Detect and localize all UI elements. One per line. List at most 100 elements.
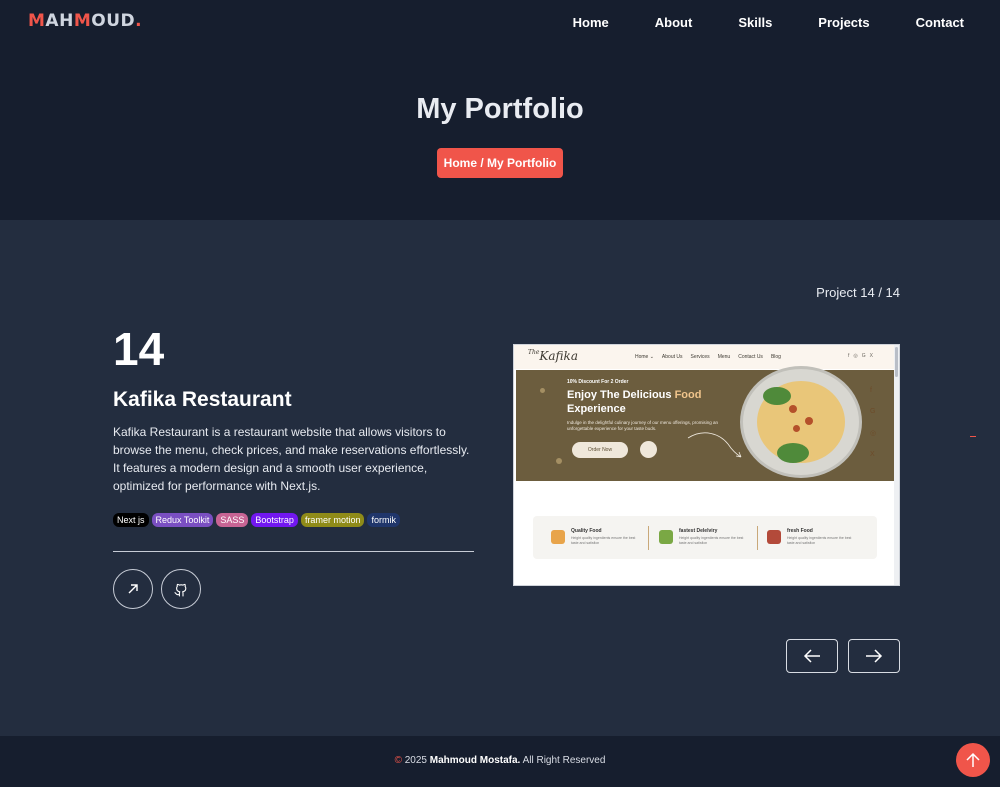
preview-headline-2: Experience	[567, 403, 626, 415]
preview-social-icon: f	[848, 353, 850, 359]
nav-contact[interactable]: Contact	[916, 15, 964, 30]
project-description: Kafika Restaurant is a restaurant websit…	[113, 425, 470, 493]
preview-scrollbar	[894, 345, 899, 585]
preview-tomato	[793, 425, 800, 432]
preview-feature-desc: Height quality ingerdients ensure the be…	[679, 536, 744, 545]
preview-logo-text: Kafika	[539, 349, 578, 363]
preview-side-icon: G	[870, 408, 876, 415]
nav-home[interactable]: Home	[573, 15, 609, 30]
footer-rights: All Right Reserved	[522, 755, 606, 766]
preview-social-icon: ◎	[853, 353, 858, 359]
preview-social-icon: X	[869, 353, 873, 359]
nav-about[interactable]: About	[655, 15, 693, 30]
preview-feature-icon	[659, 530, 673, 544]
project-counter: Project 14 / 14	[816, 285, 900, 300]
decorative-tick	[970, 436, 976, 437]
preview-nav-item: Menu	[717, 354, 731, 360]
preview-feature-icon	[767, 530, 781, 544]
site-logo[interactable]: MAHMOUD.	[28, 11, 142, 31]
main-nav: Home About Skills Projects Contact	[573, 15, 964, 30]
preview-feature-desc: Height quality ingerdients ensure the be…	[787, 536, 852, 545]
tag-sass: SASS	[216, 513, 249, 527]
preview-side-social: f G ◎ X	[870, 387, 876, 458]
arrow-up-right-icon	[128, 584, 138, 594]
project-number: 14	[113, 323, 165, 375]
tag-redux-toolkit: Redux Toolkit	[151, 513, 214, 527]
tech-tags: Next js Redux Toolkit SASS Bootstrap fra…	[113, 513, 400, 527]
tag-formik: formik	[367, 513, 400, 527]
footer-year: 2025	[404, 755, 427, 766]
preview-headline-1: Enjoy The Delicious	[567, 389, 675, 401]
project-preview-image[interactable]: TheKafika Home ⌄ About Us Services Menu …	[513, 344, 900, 586]
preview-logo-small: The	[528, 349, 540, 356]
preview-feature-desc: Height quality ingerdients ensure the be…	[571, 536, 636, 545]
logo-letter-m2: M	[73, 11, 92, 31]
nav-skills[interactable]: Skills	[738, 15, 772, 30]
preview-order-label: Order Now	[587, 447, 613, 453]
tag-framer-motion: framer motion	[300, 513, 365, 527]
preview-nav-item: Services	[690, 354, 710, 360]
divider	[113, 551, 474, 552]
breadcrumb[interactable]: Home / My Portfolio	[437, 148, 563, 178]
github-button[interactable]	[161, 569, 201, 609]
preview-tomato	[805, 417, 813, 425]
preview-nav-item: Contact Us	[738, 354, 763, 360]
tag-bootstrap: Bootstrap	[251, 513, 298, 527]
preview-discount: 10% Discount For 2 Order	[567, 379, 629, 385]
arrow-up-icon	[966, 752, 980, 767]
footer-copyright: © 2025 Mahmoud Mostafa. All Right Reserv…	[0, 755, 1000, 766]
next-project-button[interactable]	[848, 639, 900, 673]
arrow-left-icon	[803, 649, 820, 663]
copyright-icon: ©	[394, 755, 402, 766]
preview-nav-item: About Us	[661, 354, 683, 360]
preview-separator	[757, 526, 758, 550]
preview-play-icon	[640, 441, 657, 458]
footer-name: Mahmoud Mostafa.	[429, 755, 521, 766]
preview-tomato	[789, 405, 797, 413]
preview-feature-title: fresh Food	[787, 528, 813, 534]
nav-projects[interactable]: Projects	[818, 15, 869, 30]
logo-dot: .	[135, 11, 143, 31]
preview-feature-icon	[551, 530, 565, 544]
logo-letter-h: H	[59, 11, 74, 31]
preview-social-icon: G	[861, 353, 866, 359]
preview-headline: Enjoy The Delicious Food Experience	[567, 388, 747, 416]
logo-oud: OUD	[91, 11, 136, 31]
live-demo-button[interactable]	[113, 569, 153, 609]
page-footer: © 2025 Mahmoud Mostafa. All Right Reserv…	[0, 736, 1000, 787]
preview-features: Quality Food Height quality ingerdients …	[533, 516, 877, 559]
scroll-to-top-button[interactable]	[956, 743, 990, 777]
preview-side-icon: ◎	[870, 430, 877, 437]
preview-side-icon: X	[870, 451, 875, 458]
logo-letter-a: A	[45, 11, 60, 31]
preview-nav-item: Blog	[770, 354, 781, 360]
logo-letter-m: M	[28, 11, 46, 31]
preview-nav-links: Home ⌄ About Us Services Menu Contact Us…	[635, 354, 781, 360]
arrow-right-icon	[866, 649, 883, 663]
preview-order-button: Order Now	[572, 442, 628, 458]
preview-nav-item: Home ⌄	[635, 354, 654, 360]
preview-feature-card: fresh Food Height quality ingerdients en…	[767, 528, 872, 550]
preview-feature-title: fastest Delelviry	[679, 528, 718, 534]
preview-social-icons: f ◎ G X	[848, 353, 873, 359]
preview-separator	[648, 526, 649, 550]
preview-curve-arrow-icon	[687, 432, 742, 458]
preview-navbar: TheKafika Home ⌄ About Us Services Menu …	[514, 345, 896, 369]
preview-hero: 10% Discount For 2 Order Enjoy The Delic…	[516, 366, 896, 481]
preview-food-plate	[740, 366, 862, 478]
preview-side-icon: f	[870, 387, 872, 394]
page-header: MAHMOUD. Home About Skills Projects Cont…	[0, 0, 1000, 220]
preview-headline-food: Food	[674, 389, 702, 401]
preview-deco-dot	[556, 458, 562, 464]
preview-scroll-thumb	[895, 347, 898, 377]
preview-deco-dot	[540, 388, 545, 393]
project-title: Kafika Restaurant	[113, 388, 292, 411]
preview-basil	[763, 387, 791, 405]
preview-feature-title: Quality Food	[571, 528, 602, 534]
preview-feature-card: fastest Delelviry Height quality ingerdi…	[659, 528, 764, 550]
github-icon	[174, 583, 187, 597]
preview-feature-card: Quality Food Height quality ingerdients …	[551, 528, 656, 550]
preview-logo: TheKafika	[528, 349, 578, 363]
preview-basil	[777, 443, 809, 463]
prev-project-button[interactable]	[786, 639, 838, 673]
